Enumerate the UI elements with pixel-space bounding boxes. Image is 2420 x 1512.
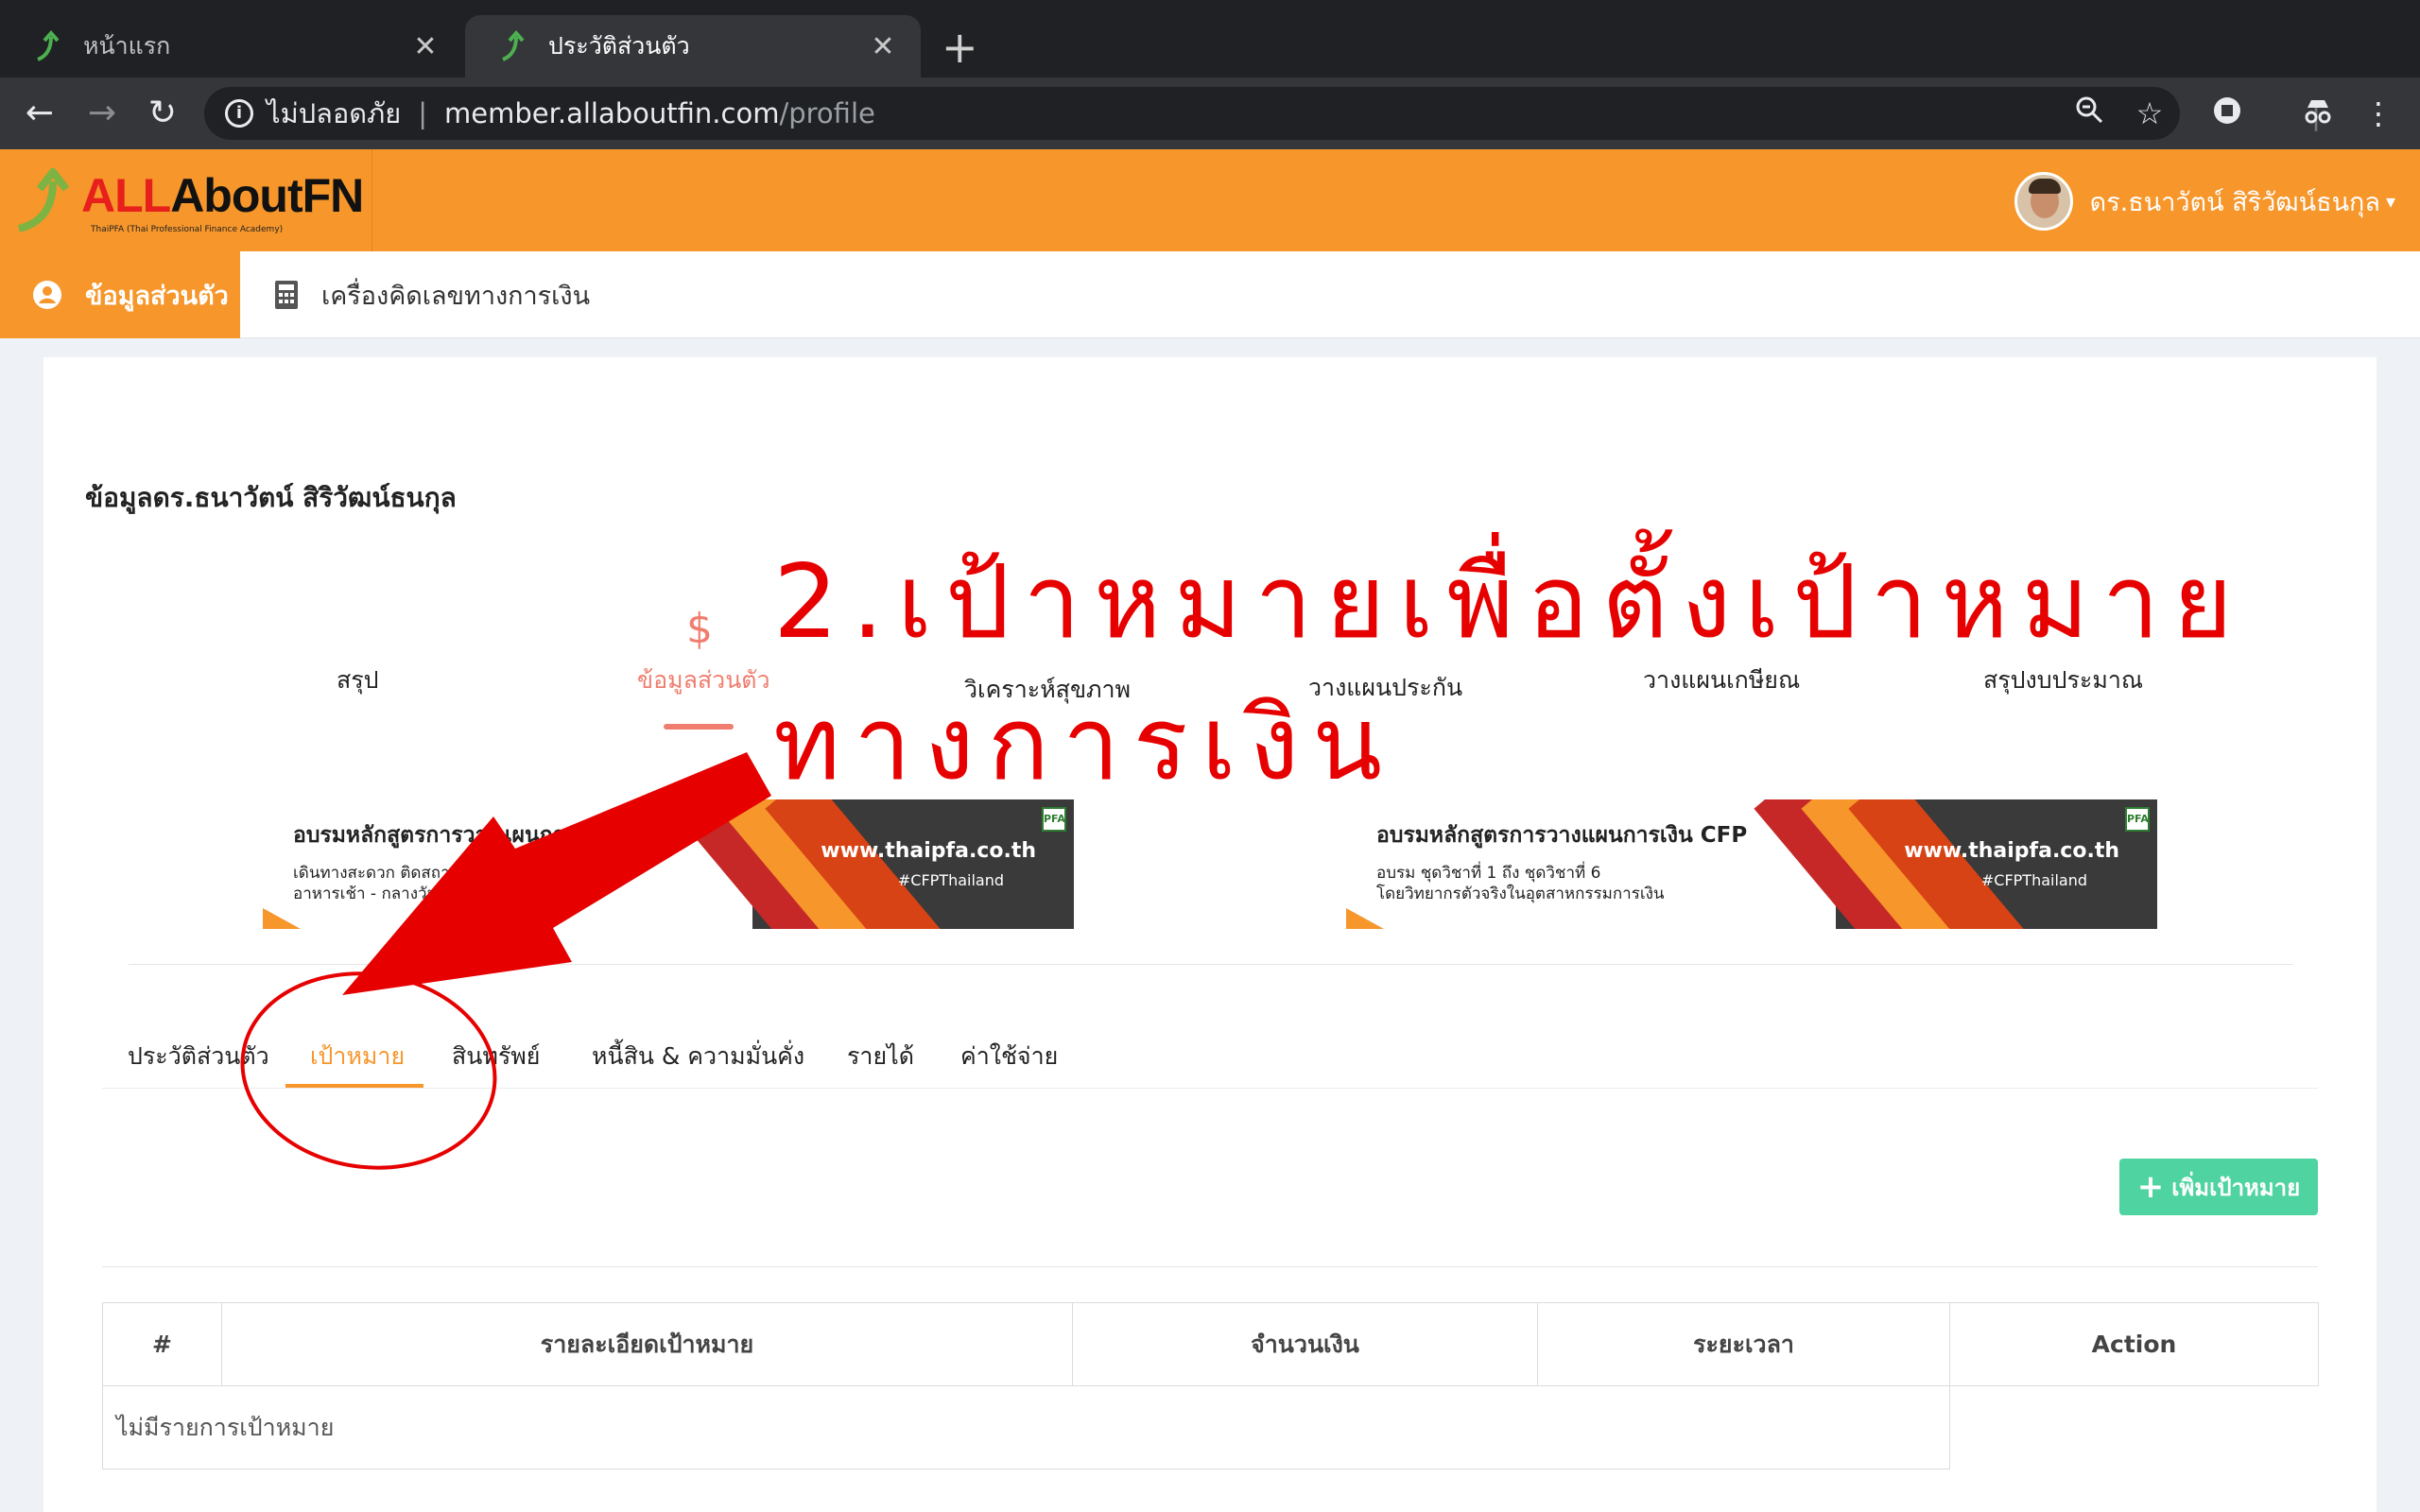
- banner-line: อาหารเช้า - กลางวัน: [293, 885, 439, 903]
- omnibox-separator: |: [418, 97, 428, 129]
- user-circle-icon: [33, 281, 61, 309]
- security-label: ไม่ปลอดภัย: [267, 97, 402, 129]
- reload-icon[interactable]: ↻: [144, 94, 182, 132]
- user-menu[interactable]: ดร.ธนาวัตน์ สิริวัฒน์ธนกุล ▾: [2014, 172, 2395, 231]
- table-row: ไม่มีรายการเป้าหมาย: [102, 1385, 2319, 1469]
- banner-hashtag: #CFPThailand: [1980, 871, 2087, 889]
- incognito-icon[interactable]: [2299, 94, 2337, 132]
- subtab-goals[interactable]: เป้าหมาย: [310, 1038, 405, 1075]
- column-header: รายละเอียดเป้าหมาย: [221, 1302, 1073, 1386]
- goals-table: # รายละเอียดเป้าหมาย จำนวนเงิน ระยะเวลา …: [102, 1302, 2319, 1469]
- step-summary[interactable]: สรุป: [337, 662, 379, 699]
- url-host: member.allaboutfin.com: [444, 97, 780, 129]
- menu-kebab-icon[interactable]: ⋮: [2360, 94, 2397, 132]
- step-active-indicator: [664, 724, 734, 730]
- subtab-debts-wealth[interactable]: หนี้สิน & ความมั่นคั่ง: [592, 1038, 804, 1075]
- nav-item-label: เครื่องคิดเลขทางการเงิน: [321, 281, 591, 311]
- back-arrow-icon[interactable]: ←: [21, 94, 59, 132]
- site-header: ALLAboutFN ThaiPFA (Thai Professional Fi…: [0, 149, 2420, 251]
- info-icon[interactable]: i: [225, 99, 253, 128]
- close-icon[interactable]: ✕: [406, 30, 444, 63]
- avatar: [2014, 172, 2073, 231]
- browser-tab-home[interactable]: หน้าแรก ✕: [0, 15, 463, 77]
- annotation-text-line2: ทางการเงิน: [773, 685, 1396, 803]
- plus-icon[interactable]: +: [942, 21, 978, 74]
- banner-url: www.thaipfa.co.th: [821, 839, 1036, 863]
- calculator-icon: [275, 281, 298, 309]
- bookmark-star-icon[interactable]: ☆: [2131, 94, 2169, 132]
- add-goal-button[interactable]: + เพิ่มเป้าหมาย: [2119, 1159, 2318, 1215]
- step-personal-info[interactable]: ข้อมูลส่วนตัว: [637, 662, 770, 699]
- user-name: ดร.ธนาวัตน์ สิริวัฒน์ธนกุล: [2089, 187, 2380, 217]
- promo-banner[interactable]: อบรมหลักสูตรการวางแผนการเงิน CFP อบรม ชุ…: [1346, 799, 2157, 929]
- subtab-expenses[interactable]: ค่าใช้จ่าย: [960, 1038, 1058, 1075]
- browser-tab-strip: หน้าแรก ✕ ประวัติส่วนตัว ✕ +: [0, 0, 2420, 77]
- column-header: จำนวนเงิน: [1072, 1302, 1538, 1386]
- banner-graphic: [1754, 799, 2157, 929]
- subtab-assets[interactable]: สินทรัพย์: [452, 1038, 540, 1075]
- url-path: /profile: [779, 97, 875, 129]
- nav-item-calculator[interactable]: เครื่องคิดเลขทางการเงิน: [274, 251, 590, 338]
- empty-table-message: ไม่มีรายการเป้าหมาย: [102, 1385, 1950, 1469]
- main-nav: ข้อมูลส่วนตัว เครื่องคิดเลขทางการเงิน: [0, 251, 2420, 338]
- add-goal-label: เพิ่มเป้าหมาย: [2171, 1174, 2301, 1201]
- banner-title: อบรมหลักสูตรการวางแผนการเงิน: [293, 823, 610, 848]
- subtab-income[interactable]: รายได้: [847, 1038, 914, 1075]
- banner-line: โดยวิทยากรตัวจริงในอุตสาหกรรมการเงิน: [1376, 885, 1665, 903]
- subtab-active-indicator: [285, 1084, 424, 1088]
- section-divider: [129, 964, 2293, 965]
- forward-arrow-icon[interactable]: →: [83, 94, 121, 132]
- tab-label: หน้าแรก: [83, 32, 171, 60]
- logo-wordmark: ALLAboutFN: [81, 169, 364, 222]
- nav-item-profile[interactable]: ข้อมูลส่วนตัว: [0, 251, 240, 338]
- banner-hashtag: #CFPThailand: [897, 871, 1004, 889]
- page-title: ข้อมูลดร.ธนาวัตน์ สิริวัฒน์ธนกุล: [85, 482, 457, 513]
- site-favicon-icon: [502, 29, 525, 61]
- caret-down-icon: ▾: [2385, 190, 2395, 213]
- tab-label: ประวัติส่วนตัว: [548, 32, 690, 60]
- column-header: Action: [1949, 1302, 2319, 1386]
- profile-subtabs: ประวัติส่วนตัว เป้าหมาย สินทรัพย์ หนี้สิ…: [102, 1038, 2318, 1089]
- site-favicon-icon: [37, 29, 60, 61]
- column-header: ระยะเวลา: [1537, 1302, 1950, 1386]
- extension-icon[interactable]: [2208, 94, 2246, 132]
- table-header-row: # รายละเอียดเป้าหมาย จำนวนเงิน ระยะเวลา …: [102, 1302, 2319, 1386]
- section-divider: [102, 1266, 2318, 1267]
- plus-icon: +: [2136, 1168, 2165, 1206]
- close-icon[interactable]: ✕: [864, 30, 902, 63]
- subtab-personal-history[interactable]: ประวัติส่วนตัว: [128, 1038, 269, 1075]
- browser-toolbar: ← → ↻ i ไม่ปลอดภัย | member.allaboutfin.…: [0, 77, 2420, 149]
- column-header: #: [102, 1302, 222, 1386]
- browser-tab-profile[interactable]: ประวัติส่วนตัว ✕: [465, 15, 921, 77]
- zoom-icon[interactable]: [2070, 94, 2108, 132]
- site-logo[interactable]: ALLAboutFN ThaiPFA (Thai Professional Fi…: [0, 149, 372, 251]
- thaipfa-badge-icon: PFA: [2125, 807, 2150, 832]
- address-bar[interactable]: i ไม่ปลอดภัย | member.allaboutfin.com /p…: [204, 87, 2180, 140]
- logo-tagline: ThaiPFA (Thai Professional Finance Acade…: [91, 225, 284, 234]
- logo-arrow-icon: [17, 168, 70, 232]
- banner-url: www.thaipfa.co.th: [1904, 839, 2119, 863]
- annotation-text-line1: 2.เป้าหมายเพื่อตั้งเป้าหมาย: [773, 543, 2246, 662]
- nav-item-label: ข้อมูลส่วนตัว: [85, 281, 229, 311]
- dollar-icon: $: [686, 605, 713, 653]
- banner-title: อบรมหลักสูตรการวางแผนการเงิน CFP: [1376, 823, 1748, 848]
